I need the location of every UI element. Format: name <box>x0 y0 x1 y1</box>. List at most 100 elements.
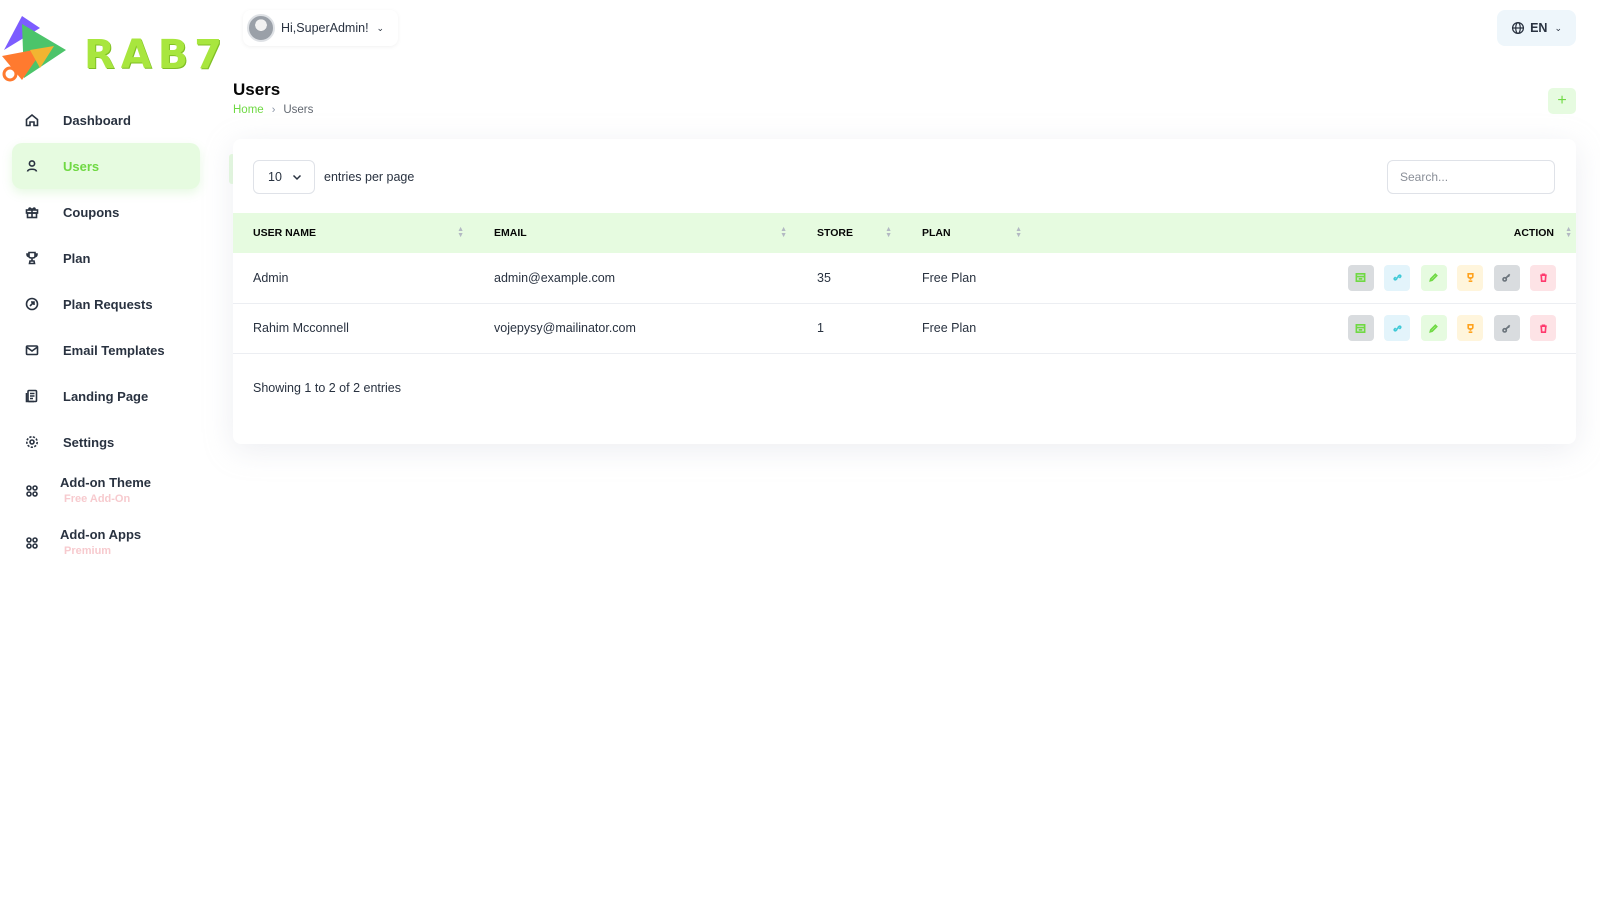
sidebar: RAB7 Dashboard Users Coupons Plan Plan R… <box>0 0 222 900</box>
user-greeting: Hi,SuperAdmin! <box>281 21 369 35</box>
users-table: USER NAME ▲ ▼ EMAIL ▲ ▼ STORE ▲ ▼ PLAN ▲ ▼ ACTIO… <box>233 213 1576 354</box>
entries-per-page: 10 entries per page <box>253 160 414 194</box>
user-icon <box>24 158 40 174</box>
sidebar-item-email-templates[interactable]: Email Templates <box>12 327 200 373</box>
sort-icon: ▲ ▼ <box>1015 226 1022 239</box>
sidebar-nav: Dashboard Users Coupons Plan Plan Reques… <box>0 97 220 569</box>
cell-email: admin@example.com <box>494 270 616 285</box>
trophy-icon <box>1466 323 1474 333</box>
sidebar-item-plan[interactable]: Plan <box>12 235 200 281</box>
cell-actions <box>1032 303 1576 353</box>
pencil-icon <box>1429 323 1438 333</box>
key-icon <box>1502 273 1511 283</box>
cell-plan: Free Plan <box>922 321 977 335</box>
sidebar-item-label: Plan Requests <box>63 296 153 312</box>
sort-icon: ▲ ▼ <box>1565 226 1572 239</box>
home-icon <box>24 112 40 128</box>
globe-icon <box>1512 21 1525 35</box>
column-header-store[interactable]: STORE ▲ ▼ <box>797 213 902 253</box>
edit-button[interactable] <box>1420 315 1447 341</box>
column-header-action[interactable]: ACTION ▲ ▼ <box>1032 213 1576 253</box>
sort-icon: ▲ ▼ <box>780 226 787 239</box>
trophy-icon <box>1466 273 1474 283</box>
breadcrumb-home-link[interactable]: Home <box>233 104 264 116</box>
cell-email: vojepysy@mailinator.com <box>494 321 636 335</box>
sidebar-item-users[interactable]: Users <box>12 143 200 189</box>
link-icon <box>1393 324 1402 332</box>
store-links-button[interactable] <box>1347 315 1374 341</box>
clipboard-icon <box>24 388 40 404</box>
link-icon <box>1393 274 1402 281</box>
entries-select[interactable]: 10 <box>253 160 315 194</box>
login-link-button[interactable] <box>1384 264 1411 291</box>
brand-name: RAB7 <box>84 32 229 78</box>
sidebar-item-addon-apps[interactable]: Add-on Apps Premium <box>12 517 200 569</box>
arrow-circle-icon <box>24 296 40 312</box>
sidebar-item-landing-page[interactable]: Landing Page <box>12 373 200 419</box>
avatar <box>247 14 275 42</box>
trash-icon <box>1539 323 1547 333</box>
user-menu[interactable]: Hi,SuperAdmin! ⌄ <box>243 10 399 46</box>
chevron-down-icon: ⌄ <box>376 22 385 33</box>
sidebar-item-settings[interactable]: Settings <box>12 419 200 465</box>
search-input[interactable] <box>1387 160 1555 194</box>
delete-button[interactable] <box>1530 315 1556 341</box>
sort-icon: ▲ ▼ <box>457 226 464 239</box>
breadcrumb: Home › Users <box>233 104 313 116</box>
sidebar-item-coupons[interactable]: Coupons <box>12 189 200 235</box>
delete-button[interactable] <box>1530 264 1556 291</box>
key-icon <box>1502 324 1511 333</box>
sidebar-item-label: Add-on Apps <box>60 527 142 542</box>
language-code: EN <box>1530 21 1548 35</box>
cell-plan: Free Plan <box>922 270 977 285</box>
entries-select-value: 10 <box>268 170 282 184</box>
sidebar-item-label: Email Templates <box>63 342 165 358</box>
page-title: Users <box>233 80 281 99</box>
login-link-button[interactable] <box>1384 315 1411 341</box>
edit-button[interactable] <box>1420 264 1447 291</box>
sidebar-item-dashboard[interactable]: Dashboard <box>12 97 200 143</box>
cell-store: 35 <box>817 270 831 285</box>
trophy-icon <box>24 250 40 266</box>
upgrade-plan-button[interactable] <box>1457 315 1484 341</box>
cell-actions <box>1032 253 1576 303</box>
table-header-row: USER NAME ▲ ▼ EMAIL ▲ ▼ STORE ▲ ▼ PLAN ▲ ▼ ACTIO… <box>233 213 1576 253</box>
gear-icon <box>24 434 40 450</box>
store-links-button[interactable] <box>1347 264 1374 291</box>
upgrade-plan-button[interactable] <box>1457 264 1484 291</box>
logo-mark-icon <box>2 16 66 82</box>
entries-label: entries per page <box>324 170 415 184</box>
table-row: Admin admin@example.com 35 Free Plan <box>233 253 1576 303</box>
sidebar-item-label: Add-on Theme <box>60 475 151 490</box>
chevron-down-icon <box>292 174 302 181</box>
store-icon <box>1355 273 1366 283</box>
sidebar-item-label: Landing Page <box>63 388 149 404</box>
grid-icon <box>24 483 40 499</box>
sidebar-item-label: Plan <box>63 250 91 266</box>
brand-logo[interactable]: RAB7 <box>0 10 222 82</box>
trash-icon <box>1539 273 1547 283</box>
table-row: Rahim Mcconnell vojepysy@mailinator.com … <box>233 303 1576 353</box>
sidebar-item-label: Settings <box>63 434 115 450</box>
add-user-button[interactable]: + <box>1548 88 1576 114</box>
column-header-plan[interactable]: PLAN ▲ ▼ <box>902 213 1032 253</box>
sidebar-item-addon-theme[interactable]: Add-on Theme Free Add-On <box>12 465 200 517</box>
users-card: 10 entries per page USER NAME▲▼ EMAIL▲▼ … <box>233 139 1576 444</box>
sort-icon: ▲ ▼ <box>885 226 892 239</box>
column-header-email[interactable]: EMAIL ▲ ▼ <box>474 213 797 253</box>
sidebar-item-label: Users <box>63 158 100 174</box>
column-header-user-name[interactable]: USER NAME ▲ ▼ <box>233 213 474 253</box>
sidebar-item-sublabel: Free Add-On <box>64 493 131 505</box>
sidebar-item-plan-requests[interactable]: Plan Requests <box>12 281 200 327</box>
gift-icon <box>24 204 40 220</box>
chevron-down-icon: ⌄ <box>1554 22 1562 33</box>
store-icon <box>1355 323 1366 333</box>
reset-password-button[interactable] <box>1493 264 1520 291</box>
sidebar-item-label: Coupons <box>63 204 120 220</box>
pencil-icon <box>1429 273 1438 283</box>
chevron-right-icon: › <box>271 104 276 116</box>
language-selector[interactable]: EN ⌄ <box>1497 10 1576 46</box>
reset-password-button[interactable] <box>1493 315 1520 341</box>
grid-icon <box>24 535 40 551</box>
breadcrumb-current: Users <box>283 104 314 116</box>
